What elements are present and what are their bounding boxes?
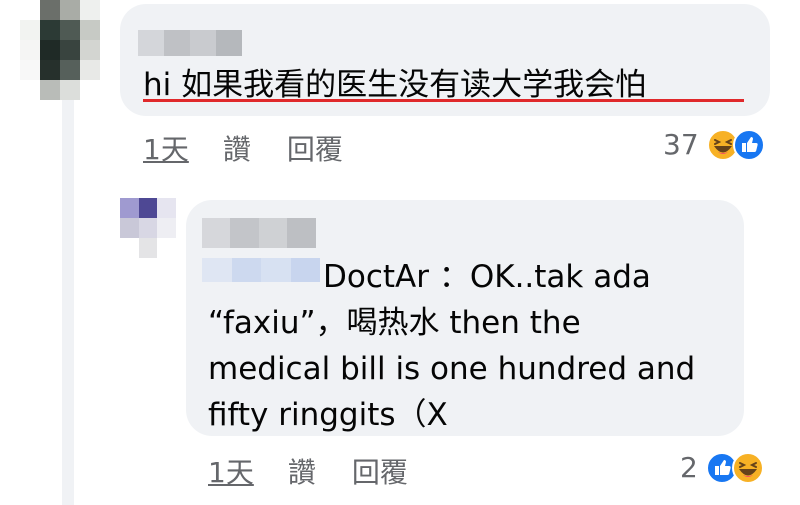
commenter-name-blurred[interactable] <box>138 30 242 56</box>
reply-text-line: DoctAr ：OK..tak ada <box>323 259 651 295</box>
reaction-summary[interactable]: 2 <box>680 451 764 484</box>
reply-text-line: “faxiu”，喝热水 then the <box>208 305 581 341</box>
reaction-count: 37 <box>663 128 699 161</box>
commenter-avatar[interactable] <box>20 0 100 100</box>
like-button[interactable]: 讚 <box>288 451 316 491</box>
reply-thread-line <box>62 95 74 505</box>
reply-timestamp[interactable]: 1天 <box>208 451 254 491</box>
replier-name-blurred[interactable] <box>202 218 316 248</box>
reply-button[interactable]: 回覆 <box>287 128 343 168</box>
red-underline-annotation <box>143 99 744 102</box>
reply-actions: 1天 讚 回覆 <box>208 451 408 491</box>
reply-button[interactable]: 回覆 <box>352 451 408 491</box>
reply-text-line: medical bill is one hundred and <box>208 351 696 387</box>
comment-actions: 1天 讚 回覆 <box>143 128 343 168</box>
like-button[interactable]: 讚 <box>223 128 251 168</box>
reply-text-line: fifty ringgits（X <box>208 397 448 433</box>
reply-text: DoctAr ：OK..tak ada “faxiu”，喝热水 then the… <box>208 254 738 438</box>
haha-icon <box>731 451 764 484</box>
reaction-count: 2 <box>680 451 698 484</box>
replier-avatar[interactable] <box>120 198 176 258</box>
like-icon <box>732 128 765 161</box>
comment-timestamp[interactable]: 1天 <box>143 128 189 168</box>
reaction-summary[interactable]: 37 <box>663 128 765 161</box>
